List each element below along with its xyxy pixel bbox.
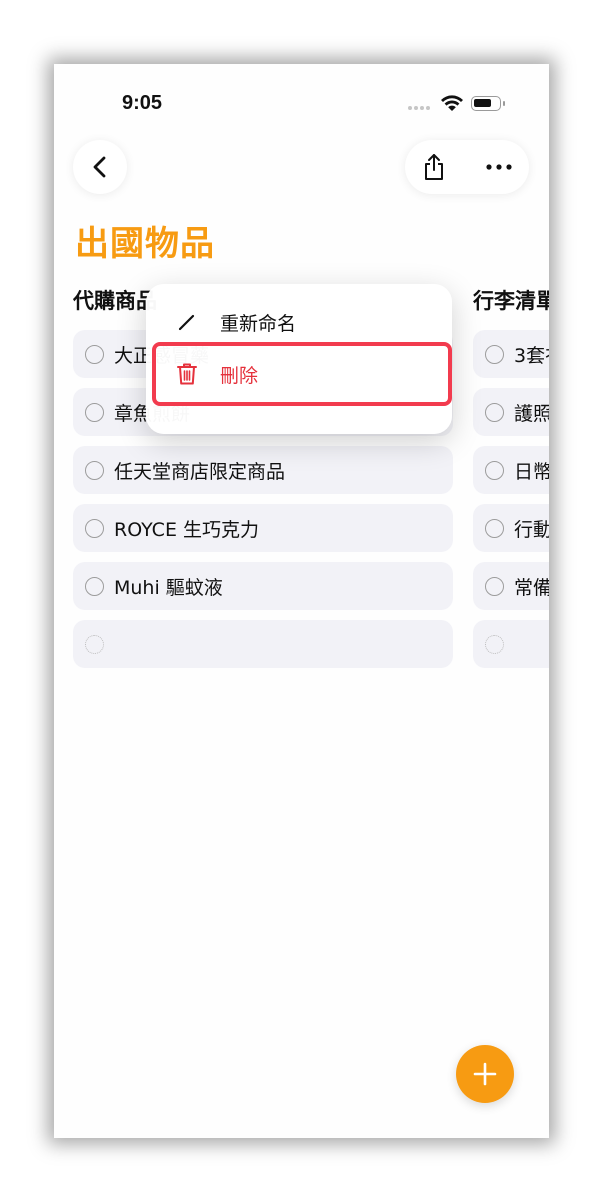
checkbox-circle-icon[interactable] xyxy=(485,518,504,538)
list-item-text: 任天堂商店限定商品 xyxy=(114,460,286,483)
top-actions xyxy=(405,140,529,194)
menu-item-label: 重新命名 xyxy=(220,312,297,335)
checkbox-circle-icon[interactable] xyxy=(85,402,104,422)
page-title: 出國物品 xyxy=(75,224,215,264)
list-item[interactable]: 任天堂商店限定商品 xyxy=(73,446,453,494)
share-icon[interactable] xyxy=(421,152,447,182)
empty-circle-icon xyxy=(485,634,504,654)
list-item[interactable]: 行動電源 xyxy=(473,504,549,552)
status-time: 9:05 xyxy=(122,92,163,114)
list-item[interactable]: 常備藥 xyxy=(473,562,549,610)
list-item-text: ROYCE 生巧克力 xyxy=(114,518,259,541)
list-item-text: 常備藥 xyxy=(514,576,549,599)
checkbox-circle-icon[interactable] xyxy=(485,402,504,422)
delete-highlight-annotation xyxy=(152,342,452,406)
back-chevron-icon xyxy=(93,156,106,178)
list-item-text: 護照 xyxy=(514,402,549,425)
list-item-text: Muhi 驅蚊液 xyxy=(114,576,223,599)
list-column-luggage: 行李清單 3套衣服 護照 日幣 行動電源 常備藥 xyxy=(473,284,549,678)
list-item[interactable]: ROYCE 生巧克力 xyxy=(73,504,453,552)
pencil-icon xyxy=(178,314,195,331)
checkbox-circle-icon[interactable] xyxy=(485,576,504,596)
plus-icon xyxy=(473,1062,497,1086)
checkbox-circle-icon[interactable] xyxy=(85,518,104,538)
list-item-text: 3套衣服 xyxy=(514,344,549,367)
checkbox-circle-icon[interactable] xyxy=(85,460,104,480)
checkbox-circle-icon[interactable] xyxy=(85,344,104,364)
checkbox-circle-icon[interactable] xyxy=(485,460,504,480)
phone-screen: 9:05 出國物品 代購商品 大正感 xyxy=(54,64,549,1138)
empty-circle-icon xyxy=(85,634,104,654)
list-item[interactable]: 3套衣服 xyxy=(473,330,549,378)
list-item[interactable]: 日幣 xyxy=(473,446,549,494)
battery-icon xyxy=(471,96,501,111)
more-icon[interactable] xyxy=(485,163,513,171)
list-item[interactable]: 護照 xyxy=(473,388,549,436)
cellular-signal-icon xyxy=(408,102,432,110)
list-item[interactable]: Muhi 驅蚊液 xyxy=(73,562,453,610)
checkbox-circle-icon[interactable] xyxy=(85,576,104,596)
list-item-text: 日幣 xyxy=(514,460,549,483)
battery-cap xyxy=(503,101,505,106)
add-button[interactable] xyxy=(456,1045,514,1103)
list-item-text: 行動電源 xyxy=(514,518,549,541)
back-button[interactable] xyxy=(73,140,127,194)
wifi-icon xyxy=(441,95,463,111)
new-item-row[interactable] xyxy=(73,620,453,668)
list-header[interactable]: 行李清單 xyxy=(473,284,549,324)
new-item-row[interactable] xyxy=(473,620,549,668)
checkbox-circle-icon[interactable] xyxy=(485,344,504,364)
